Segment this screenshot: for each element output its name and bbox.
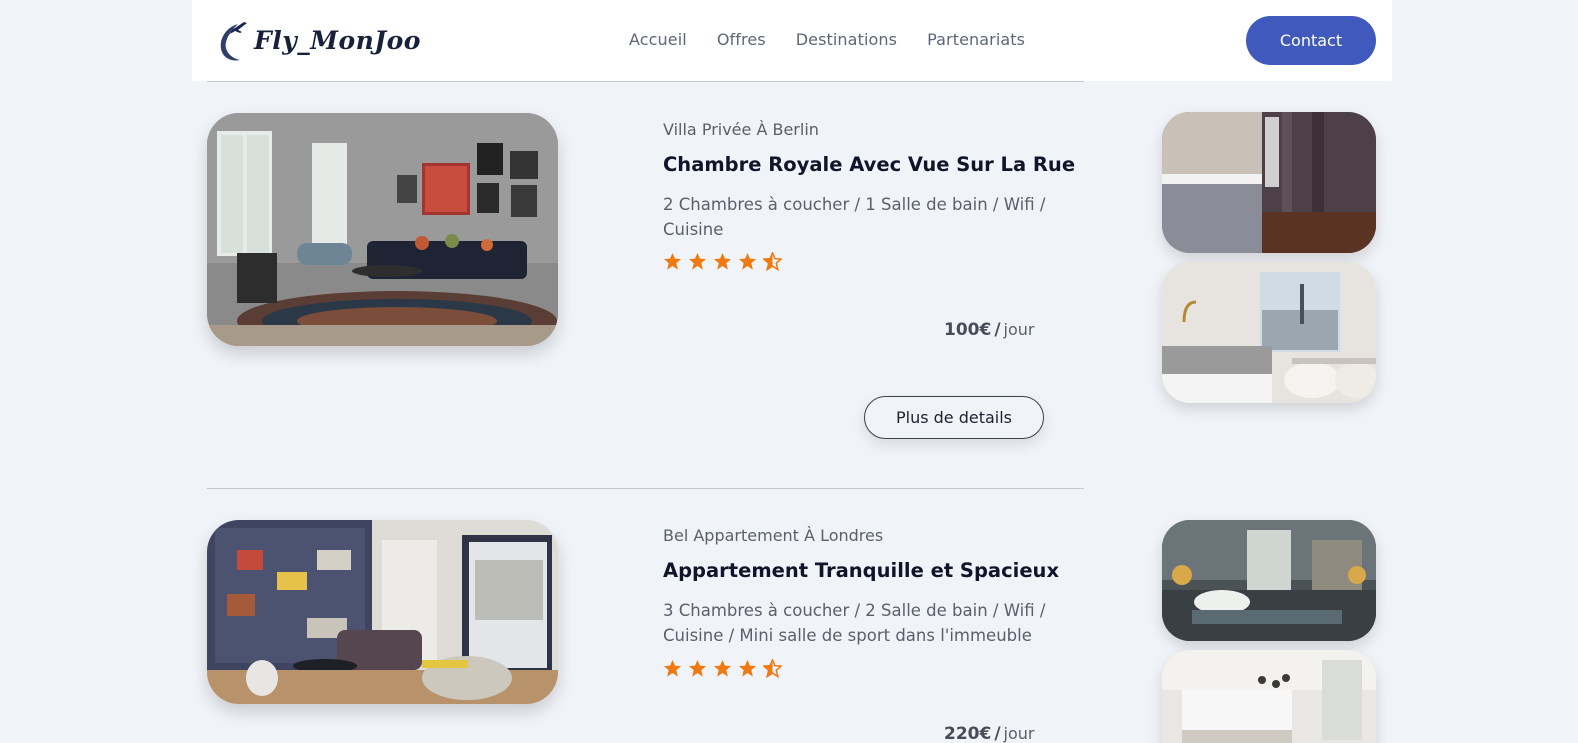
- listing-2-features: 3 Chambres à coucher / 2 Salle de bain /…: [663, 601, 1046, 645]
- price-unit: jour: [1003, 724, 1035, 743]
- nav-destinations[interactable]: Destinations: [796, 30, 897, 49]
- listing-2-side-photo-1[interactable]: [1162, 520, 1376, 641]
- price-amount: 220€: [944, 724, 992, 743]
- star-icon: [663, 252, 682, 270]
- star-icon: [738, 659, 757, 677]
- brand-name: Fly_MonJoo: [254, 25, 421, 55]
- brand-logo[interactable]: Fly_MonJoo: [216, 18, 421, 62]
- contact-button[interactable]: Contact: [1246, 16, 1376, 65]
- star-icon: [713, 659, 732, 677]
- nav-offres[interactable]: Offres: [717, 30, 766, 49]
- header: Fly_MonJoo Accueil Offres Destinations P…: [192, 0, 1392, 81]
- star-icon: [688, 659, 707, 677]
- half-star-icon: [763, 659, 782, 678]
- price-separator: /: [994, 724, 1001, 743]
- listing-1-side-photo-1[interactable]: [1162, 112, 1376, 253]
- listing-1-title[interactable]: Chambre Royale Avec Vue Sur La Rue: [663, 153, 1075, 176]
- star-icon: [663, 659, 682, 677]
- listing-1-details-button[interactable]: Plus de details: [864, 396, 1044, 439]
- divider: [207, 488, 1084, 489]
- price-separator: /: [994, 320, 1001, 340]
- star-icon: [688, 252, 707, 270]
- nav-accueil[interactable]: Accueil: [629, 30, 687, 49]
- listing-2-rating: [663, 659, 788, 678]
- main-nav: Accueil Offres Destinations Partenariats: [629, 30, 1055, 49]
- nav-partenariats[interactable]: Partenariats: [927, 30, 1025, 49]
- price-unit: jour: [1003, 320, 1035, 339]
- listing-2-side-photo-2[interactable]: [1162, 650, 1376, 743]
- listing-2-main-photo[interactable]: [207, 520, 558, 704]
- page: Fly_MonJoo Accueil Offres Destinations P…: [0, 0, 1578, 743]
- listing-1-price: 100€ / jour: [944, 320, 1035, 340]
- listing-1-side-photo-2[interactable]: [1162, 262, 1376, 403]
- price-amount: 100€: [944, 320, 992, 340]
- divider: [207, 81, 1084, 82]
- listing-1-main-photo[interactable]: [207, 113, 558, 346]
- listing-1-location: Villa Privée À Berlin: [663, 120, 819, 139]
- listing-2-title[interactable]: Appartement Tranquille et Spacieux: [663, 559, 1059, 582]
- airplane-swoosh-icon: [216, 18, 250, 62]
- star-icon: [738, 252, 757, 270]
- listing-1-rating: [663, 252, 788, 271]
- listing-2-location: Bel Appartement À Londres: [663, 526, 884, 545]
- listing-2-price: 220€ / jour: [944, 724, 1035, 743]
- star-icon: [713, 252, 732, 270]
- half-star-icon: [763, 252, 782, 271]
- listing-1-features: 2 Chambres à coucher / 1 Salle de bain /…: [663, 195, 1046, 239]
